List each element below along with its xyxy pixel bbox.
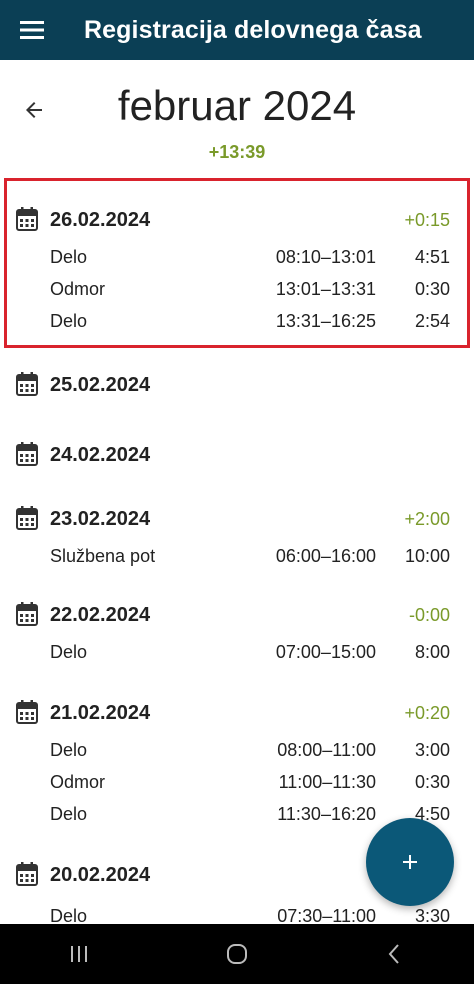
entry-type: Odmor	[50, 279, 106, 299]
time-entry[interactable]: Odmor 13:01–13:31 0:30	[7, 273, 467, 305]
day-date: 22.02.2024	[50, 604, 151, 626]
add-entry-button[interactable]	[366, 818, 454, 906]
day-date: 26.02.2024	[50, 209, 151, 231]
chevron-left-icon	[388, 944, 399, 964]
entry-type: Delo	[50, 804, 88, 824]
day-date: 24.02.2024	[50, 444, 151, 466]
time-entry[interactable]: Odmor 11:00–11:30 0:30	[0, 766, 474, 798]
time-entry[interactable]: Delo 08:00–11:00 3:00	[0, 734, 474, 766]
day-header: 24.02.2024	[0, 436, 474, 472]
entry-type: Delo	[50, 311, 88, 331]
calendar-icon	[16, 602, 38, 626]
menu-button[interactable]	[0, 0, 64, 60]
entry-range: 08:10–13:01	[275, 247, 376, 267]
day-card[interactable]: 24.02.2024	[0, 436, 474, 472]
calendar-icon	[16, 442, 38, 466]
entry-duration: 3:30	[414, 906, 450, 924]
entry-duration: 8:00	[414, 642, 450, 662]
home-icon	[227, 944, 247, 964]
entry-range: 08:00–11:00	[277, 740, 376, 760]
home-button[interactable]	[197, 924, 277, 984]
day-header: 25.02.2024	[0, 366, 474, 402]
entry-range: 13:31–16:25	[275, 311, 376, 331]
entry-type: Odmor	[50, 772, 106, 792]
entry-duration: 10:00	[404, 546, 450, 566]
system-back-button[interactable]	[355, 924, 435, 984]
entry-duration: 0:30	[414, 772, 450, 792]
month-title: februar 2024	[117, 82, 357, 129]
entry-range: 06:00–16:00	[275, 546, 376, 566]
time-entry[interactable]: Delo 08:10–13:01 4:51	[7, 241, 467, 273]
entry-type: Delo	[50, 740, 88, 760]
entry-duration: 3:00	[414, 740, 450, 760]
entry-duration: 0:30	[414, 279, 450, 299]
calendar-icon	[16, 506, 38, 530]
day-diff: +0:15	[404, 210, 450, 230]
day-date: 21.02.2024	[50, 702, 151, 724]
day-diff: +0:20	[404, 703, 450, 723]
day-header: 21.02.2024 +0:20	[0, 694, 474, 730]
month-header: februar 2024 +13:39	[0, 60, 474, 172]
day-card[interactable]: 22.02.2024 -0:00 Delo 07:00–15:00 8:00	[0, 596, 474, 668]
app-bar: Registracija delovnega časa	[0, 0, 474, 60]
calendar-icon	[16, 700, 38, 724]
system-nav-bar	[0, 924, 474, 984]
entry-range: 07:00–15:00	[275, 642, 376, 662]
plus-icon	[403, 855, 417, 869]
day-diff: -0:00	[408, 605, 450, 625]
day-card[interactable]: 25.02.2024	[0, 366, 474, 402]
day-header: 23.02.2024 +2:00	[0, 500, 474, 536]
entry-range: 07:30–11:00	[277, 906, 376, 924]
day-card[interactable]: 26.02.2024 +0:15 Delo 08:10–13:01 4:51 O…	[4, 178, 470, 348]
hamburger-menu-icon	[20, 21, 44, 39]
day-card[interactable]: 21.02.2024 +0:20 Delo 08:00–11:00 3:00 O…	[0, 694, 474, 830]
calendar-icon	[16, 862, 38, 886]
time-entry[interactable]: Delo 13:31–16:25 2:54	[7, 305, 467, 337]
app-title: Registracija delovnega časa	[84, 15, 422, 44]
day-date: 23.02.2024	[50, 508, 151, 530]
recent-apps-button[interactable]	[39, 924, 119, 984]
entry-range: 13:01–13:31	[275, 279, 376, 299]
month-total: +13:39	[208, 142, 266, 162]
entry-type: Delo	[50, 642, 88, 662]
entry-range: 11:30–16:20	[277, 804, 376, 824]
time-entry[interactable]: Delo 07:00–15:00 8:00	[0, 636, 474, 668]
day-header: 22.02.2024 -0:00	[0, 596, 474, 632]
day-diff: +2:00	[404, 509, 450, 529]
time-entry[interactable]: Službena pot 06:00–16:00 10:00	[0, 540, 474, 572]
day-header: 26.02.2024 +0:15	[7, 201, 467, 237]
entry-duration: 2:54	[414, 311, 450, 331]
entry-type: Službena pot	[50, 546, 156, 566]
day-date: 25.02.2024	[50, 374, 151, 396]
calendar-icon	[16, 372, 38, 396]
recent-apps-icon	[71, 946, 87, 962]
day-date: 20.02.2024	[50, 864, 151, 886]
entry-type: Delo	[50, 906, 88, 924]
calendar-icon	[16, 207, 38, 231]
entry-duration: 4:51	[414, 247, 450, 267]
day-list: 26.02.2024 +0:15 Delo 08:10–13:01 4:51 O…	[0, 174, 474, 924]
entry-range: 11:00–11:30	[278, 772, 376, 792]
entry-type: Delo	[50, 247, 88, 267]
day-card[interactable]: 23.02.2024 +2:00 Službena pot 06:00–16:0…	[0, 500, 474, 572]
